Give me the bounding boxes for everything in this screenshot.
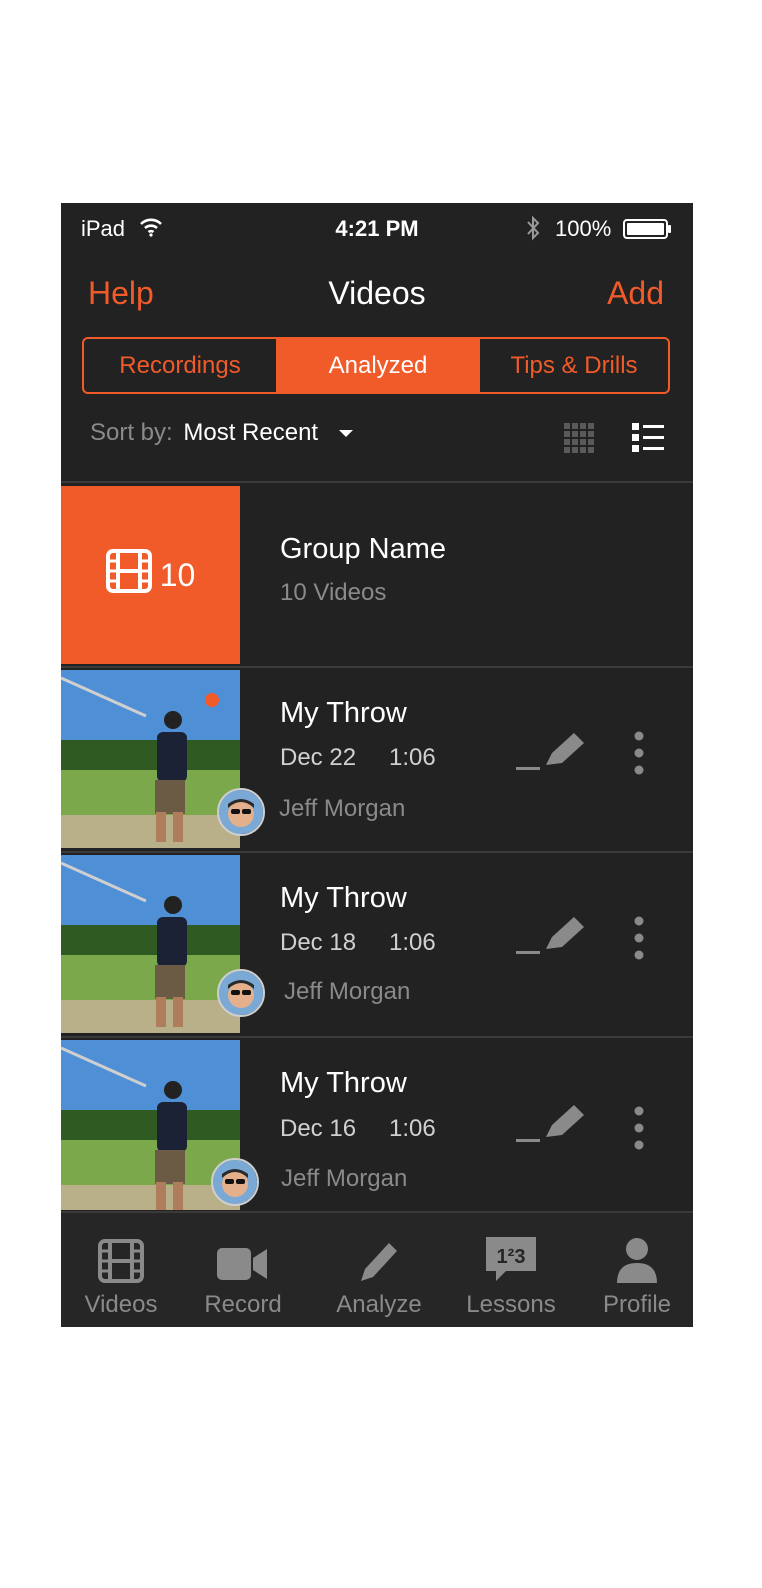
video-title: My Throw [280, 882, 407, 914]
list-view-icon[interactable] [632, 423, 664, 458]
divider [61, 851, 693, 853]
new-indicator [205, 693, 219, 707]
sort-label: Sort by: [90, 419, 173, 446]
divider [61, 666, 693, 668]
sort-dropdown[interactable]: Sort by: Most Recent [90, 419, 353, 447]
video-duration: 1:06 [389, 744, 436, 771]
video-user: Jeff Morgan [281, 1165, 408, 1192]
tab-label: Videos [84, 1291, 158, 1318]
page-title: Videos [328, 275, 426, 311]
add-button[interactable]: Add [607, 275, 664, 312]
tab-record[interactable]: Record [197, 1233, 289, 1319]
segment-tips-drills[interactable]: Tips & Drills [478, 339, 668, 392]
film-icon [79, 1233, 163, 1283]
video-title: My Throw [280, 697, 407, 729]
person-icon [597, 1233, 677, 1283]
divider [61, 481, 693, 483]
video-date: Dec 22 [280, 744, 357, 771]
group-subtitle: 10 Videos [280, 579, 387, 606]
segmented-control: Recordings Analyzed Tips & Drills [82, 337, 670, 394]
avatar [217, 788, 265, 836]
tab-lessons[interactable]: 1²3 Lessons [461, 1233, 561, 1319]
more-options-icon[interactable] [633, 915, 645, 966]
group-thumbnail[interactable]: 10 [61, 486, 240, 664]
tab-label: Profile [602, 1291, 672, 1318]
tab-label: Analyze [336, 1291, 422, 1318]
analyze-pencil-icon[interactable] [516, 731, 588, 778]
status-bar: iPad 4:21 PM 100% [61, 203, 693, 255]
more-options-icon[interactable] [633, 1105, 645, 1156]
video-thumbnail[interactable] [61, 855, 240, 1033]
video-date: Dec 18 [280, 929, 357, 956]
segment-recordings[interactable]: Recordings [84, 339, 278, 392]
segment-analyzed[interactable]: Analyzed [278, 339, 478, 392]
tab-videos[interactable]: Videos [79, 1233, 163, 1319]
sort-value: Most Recent [183, 419, 319, 446]
battery-percent: 100% [555, 216, 612, 241]
grid-view-icon[interactable] [564, 423, 594, 458]
lessons-icon: 1²3 [461, 1233, 561, 1283]
tab-label: Record [204, 1291, 282, 1318]
video-duration: 1:06 [389, 929, 436, 956]
app-screen: iPad 4:21 PM 100% Help Videos Add Record… [61, 203, 693, 1327]
svg-text:1²3: 1²3 [497, 1246, 526, 1268]
avatar [217, 969, 265, 1017]
tab-analyze[interactable]: Analyze [331, 1233, 427, 1319]
video-duration: 1:06 [389, 1115, 436, 1142]
analyze-pencil-icon[interactable] [516, 1103, 588, 1150]
group-name[interactable]: Group Name [280, 533, 446, 566]
navigation-bar: Help Videos Add [61, 271, 693, 319]
tab-bar: Videos Record Analyze 1²3 Lessons Profil… [61, 1211, 693, 1327]
video-camera-icon [197, 1233, 289, 1283]
video-user: Jeff Morgan [284, 978, 411, 1005]
video-user: Jeff Morgan [279, 795, 406, 822]
tab-profile[interactable]: Profile [597, 1233, 677, 1319]
group-count: 10 [159, 556, 196, 593]
analyze-pencil-icon[interactable] [516, 915, 588, 962]
divider [61, 1036, 693, 1038]
avatar [211, 1158, 259, 1206]
video-title: My Throw [280, 1067, 407, 1099]
caret-down-icon [338, 430, 353, 438]
pencil-icon [331, 1233, 427, 1283]
video-date: Dec 16 [280, 1115, 357, 1142]
film-icon [105, 549, 152, 601]
more-options-icon[interactable] [633, 730, 645, 781]
bluetooth-icon [525, 215, 541, 247]
battery-icon [623, 219, 673, 245]
tab-label: Lessons [466, 1291, 556, 1318]
